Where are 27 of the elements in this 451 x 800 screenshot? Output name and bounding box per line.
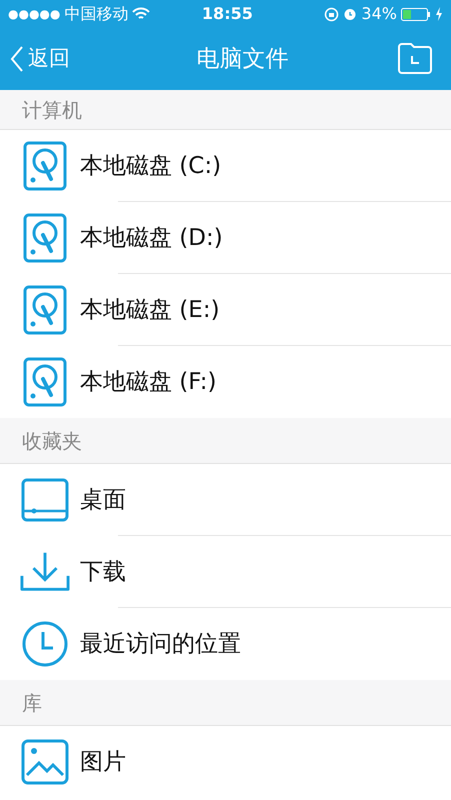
alarm-icon [343, 7, 358, 21]
screen-title: 电脑文件 [196, 44, 288, 74]
folder-row[interactable]: 图片 [0, 726, 451, 798]
folder-icon[interactable] [397, 43, 433, 75]
wifi-icon [132, 7, 150, 21]
clock-icon [21, 620, 69, 668]
drive-row[interactable]: 本地磁盘 (D:) [0, 202, 451, 274]
section-header: 计算机 [22, 96, 82, 124]
drive-row[interactable]: 本地磁盘 (F:) [0, 346, 451, 418]
battery-percent: 34% [361, 3, 397, 25]
battery-icon [400, 8, 431, 20]
chevron-left-icon [10, 45, 24, 73]
section-header: 库 [22, 690, 42, 716]
monitor-icon [21, 478, 69, 522]
charging-icon [434, 7, 443, 21]
download-icon [20, 550, 70, 594]
rotation-lock-icon [324, 6, 340, 22]
carrier-name: 中国移动 [64, 3, 128, 25]
folder-row[interactable]: 桌面 [0, 464, 451, 536]
signal-icon: ●●●●● [8, 5, 60, 23]
drive-row[interactable]: 本地磁盘 (C:) [0, 130, 451, 202]
folder-row[interactable]: 下载 [0, 536, 451, 608]
status-time: 18:55 [202, 3, 254, 25]
folder-row[interactable]: 最近访问的位置 [0, 608, 451, 680]
drive-row[interactable]: 本地磁盘 (E:) [0, 274, 451, 346]
image-icon [21, 739, 69, 785]
section-header: 收藏夹 [22, 428, 82, 454]
